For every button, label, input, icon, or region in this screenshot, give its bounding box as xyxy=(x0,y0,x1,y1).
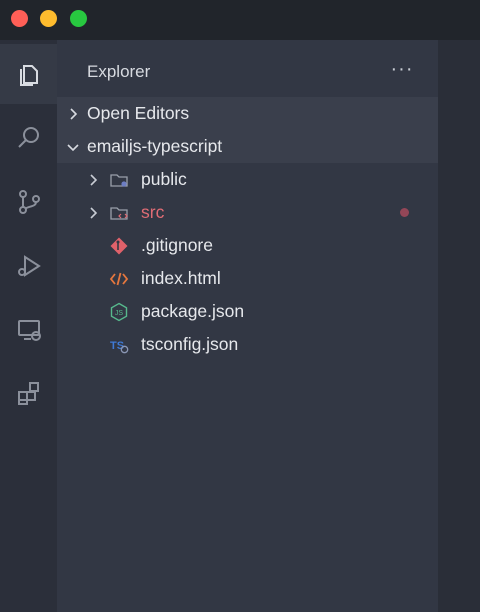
folder-src-icon xyxy=(109,203,129,223)
activity-remote-explorer[interactable] xyxy=(0,300,57,360)
tree-item-index-html[interactable]: index.html xyxy=(57,262,438,295)
open-editors-label: Open Editors xyxy=(87,103,190,123)
explorer-title: Explorer xyxy=(87,62,151,81)
tree-item-label: .gitignore xyxy=(141,235,213,255)
tree-item-label: tsconfig.json xyxy=(141,334,239,354)
window-titlebar xyxy=(0,0,480,40)
activity-bar xyxy=(0,40,57,612)
tree-item-tsconfig[interactable]: TS tsconfig.json xyxy=(57,328,438,361)
activity-run-debug[interactable] xyxy=(0,236,57,296)
tree-item-label: index.html xyxy=(141,268,221,288)
tree-item-package-json[interactable]: JS package.json xyxy=(57,295,438,328)
more-actions-button[interactable]: ··· xyxy=(387,54,417,84)
source-control-icon xyxy=(18,190,40,214)
activity-explorer[interactable] xyxy=(0,44,57,104)
activity-search[interactable] xyxy=(0,108,57,168)
chevron-right-icon xyxy=(86,173,100,187)
html-icon xyxy=(109,269,129,289)
tree-item-label: package.json xyxy=(141,301,245,321)
search-icon xyxy=(17,127,39,148)
files-icon xyxy=(19,65,38,86)
tree-item-label: public xyxy=(141,169,187,189)
explorer-header: Explorer ··· xyxy=(57,40,438,95)
maximize-window-button[interactable] xyxy=(70,10,87,27)
git-icon xyxy=(109,236,129,256)
activity-extensions[interactable] xyxy=(0,364,57,424)
editor-area-edge xyxy=(438,40,480,612)
tree-item-public[interactable]: public xyxy=(57,163,438,196)
run-debug-icon xyxy=(17,255,41,277)
modified-indicator xyxy=(400,208,409,217)
tree-item-src[interactable]: src xyxy=(57,196,438,229)
tree-item-gitignore[interactable]: .gitignore xyxy=(57,229,438,262)
open-editors-section[interactable]: Open Editors xyxy=(57,97,438,130)
chevron-right-icon xyxy=(86,206,100,220)
extensions-icon xyxy=(17,382,39,405)
minimize-window-button[interactable] xyxy=(40,10,57,27)
project-folder-section[interactable]: emailjs-typescript xyxy=(57,130,438,163)
explorer-sidebar: Explorer ··· Open Editors emailjs-typesc… xyxy=(57,40,438,612)
activity-source-control[interactable] xyxy=(0,172,57,232)
remote-explorer-icon xyxy=(17,320,41,341)
tree-item-label: src xyxy=(141,202,165,222)
nodejs-icon: JS xyxy=(109,302,129,322)
project-folder-label: emailjs-typescript xyxy=(87,136,223,156)
chevron-right-icon xyxy=(66,107,80,121)
chevron-down-icon xyxy=(66,140,80,154)
folder-public-icon xyxy=(109,170,129,190)
svg-text:JS: JS xyxy=(115,310,124,317)
close-window-button[interactable] xyxy=(11,10,28,27)
typescript-config-icon: TS xyxy=(109,335,129,355)
